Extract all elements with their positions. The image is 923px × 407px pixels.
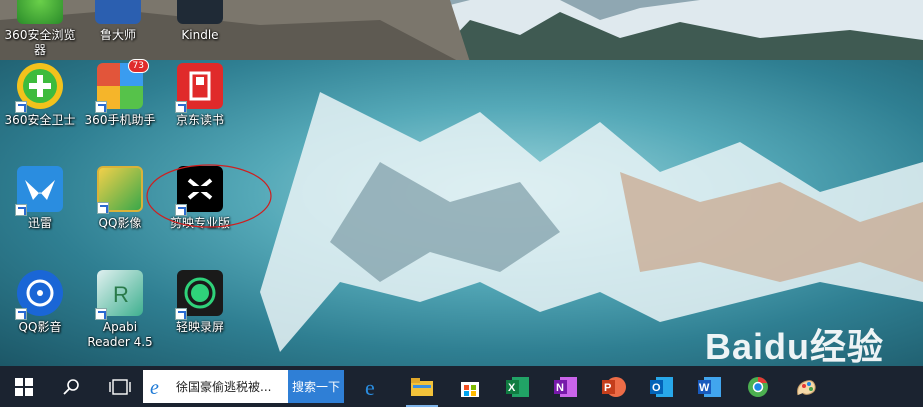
shortcut-arrow-icon bbox=[175, 101, 187, 113]
paint-icon bbox=[797, 379, 816, 395]
shortcut-arrow-icon bbox=[95, 308, 107, 320]
desktop-icon-360-safe[interactable]: 360安全卫士 bbox=[2, 63, 78, 128]
desktop-icon-label: 360手机助手 bbox=[84, 113, 156, 127]
web-search-button[interactable]: 搜索一下 bbox=[288, 370, 344, 403]
task-view-icon bbox=[109, 378, 131, 395]
taskbar-app-paint[interactable] bbox=[782, 366, 830, 407]
qq-player-icon bbox=[15, 270, 63, 320]
taskbar-app-onenote[interactable]: N bbox=[542, 366, 590, 407]
taskbar-app-edge[interactable]: e bbox=[350, 366, 398, 407]
shortcut-arrow-icon bbox=[97, 202, 109, 214]
taskbar-app-store[interactable] bbox=[446, 366, 494, 407]
kindle-icon bbox=[177, 0, 223, 24]
taskbar: e 搜索一下 e X N bbox=[0, 366, 923, 407]
search-icon bbox=[63, 378, 79, 395]
notification-badge: 73 bbox=[127, 59, 149, 73]
svg-text:X: X bbox=[508, 382, 516, 394]
desktop-icon-label: Apabi Reader 4.5 bbox=[87, 320, 153, 349]
desktop-icon-360-browser[interactable]: 360安全浏览 器 bbox=[2, 0, 78, 58]
taskbar-app-file-explorer[interactable] bbox=[398, 366, 446, 407]
shortcut-arrow-icon bbox=[15, 308, 27, 320]
edge-icon: e bbox=[365, 375, 375, 399]
taskbar-app-excel[interactable]: X bbox=[494, 366, 542, 407]
svg-text:O: O bbox=[652, 382, 661, 394]
web-search-input[interactable] bbox=[174, 378, 288, 395]
file-explorer-icon bbox=[411, 377, 433, 396]
desktop-icon-screen-recorder[interactable]: 轻映录屏 bbox=[162, 270, 238, 335]
shortcut-arrow-icon bbox=[95, 101, 107, 113]
highlight-circle bbox=[146, 164, 272, 228]
start-button[interactable] bbox=[0, 366, 48, 407]
desktop-icon-label: 360安全浏览 器 bbox=[4, 28, 76, 57]
desktop-icon-label: 轻映录屏 bbox=[175, 320, 224, 334]
desktop-icon-label: QQ影音 bbox=[18, 320, 62, 334]
apabi-reader-icon: R bbox=[95, 270, 143, 320]
ludashi-icon bbox=[95, 0, 141, 24]
word-icon: W bbox=[698, 376, 721, 397]
taskbar-app-outlook[interactable]: O bbox=[638, 366, 686, 407]
svg-text:e: e bbox=[150, 377, 159, 398]
desktop-icon-label: 迅雷 bbox=[27, 216, 52, 230]
taskbar-app-powerpoint[interactable]: P bbox=[590, 366, 638, 407]
desktop-icon-apabi-reader[interactable]: R Apabi Reader 4.5 bbox=[82, 270, 158, 350]
thunder-bird-icon bbox=[15, 166, 63, 216]
powerpoint-icon: P bbox=[602, 376, 626, 397]
svg-text:P: P bbox=[604, 382, 611, 394]
web-search-box[interactable]: e bbox=[143, 370, 288, 403]
phone-assistant-icon: 73 bbox=[95, 59, 149, 113]
desktop-icon-ludashi[interactable]: 鲁大师 bbox=[80, 0, 156, 43]
taskbar-app-chrome[interactable] bbox=[734, 366, 782, 407]
desktop-icon-label: 鲁大师 bbox=[99, 28, 136, 42]
outlook-icon: O bbox=[650, 376, 673, 397]
desktop: 360安全浏览 器 鲁大师 Kindle 360安全卫士 73 360手机助手 … bbox=[0, 0, 923, 366]
taskbar-search-button[interactable] bbox=[48, 366, 96, 407]
windows-logo-icon bbox=[15, 377, 33, 396]
svg-text:N: N bbox=[556, 382, 564, 394]
svg-text:e: e bbox=[365, 375, 375, 399]
taskbar-app-word[interactable]: W bbox=[686, 366, 734, 407]
desktop-icon-label: Kindle bbox=[181, 28, 219, 42]
desktop-icon-qq-player[interactable]: QQ影音 bbox=[2, 270, 78, 335]
excel-icon: X bbox=[506, 376, 529, 397]
svg-text:R: R bbox=[113, 282, 129, 307]
shortcut-arrow-icon bbox=[175, 308, 187, 320]
task-view-button[interactable] bbox=[96, 366, 144, 407]
desktop-icon-jd-read[interactable]: 京东读书 bbox=[162, 63, 238, 128]
chrome-icon bbox=[748, 376, 768, 397]
jd-read-icon bbox=[175, 63, 223, 113]
screen-recorder-icon bbox=[175, 270, 223, 320]
ie-icon: e bbox=[150, 377, 159, 398]
desktop-icon-360-phone-assistant[interactable]: 73 360手机助手 bbox=[82, 59, 158, 128]
onenote-icon: N bbox=[554, 376, 577, 397]
shortcut-arrow-icon bbox=[15, 204, 27, 216]
qq-image-icon bbox=[97, 166, 143, 214]
desktop-icon-thunder[interactable]: 迅雷 bbox=[2, 166, 78, 231]
svg-text:W: W bbox=[699, 382, 710, 394]
browser-icon bbox=[17, 0, 63, 24]
desktop-icon-kindle[interactable]: Kindle bbox=[162, 0, 238, 43]
shield-plus-icon bbox=[15, 63, 63, 113]
shortcut-arrow-icon bbox=[15, 101, 27, 113]
store-icon bbox=[461, 381, 479, 397]
desktop-icon-label: 360安全卫士 bbox=[4, 113, 76, 127]
desktop-icon-label: 京东读书 bbox=[175, 113, 224, 127]
